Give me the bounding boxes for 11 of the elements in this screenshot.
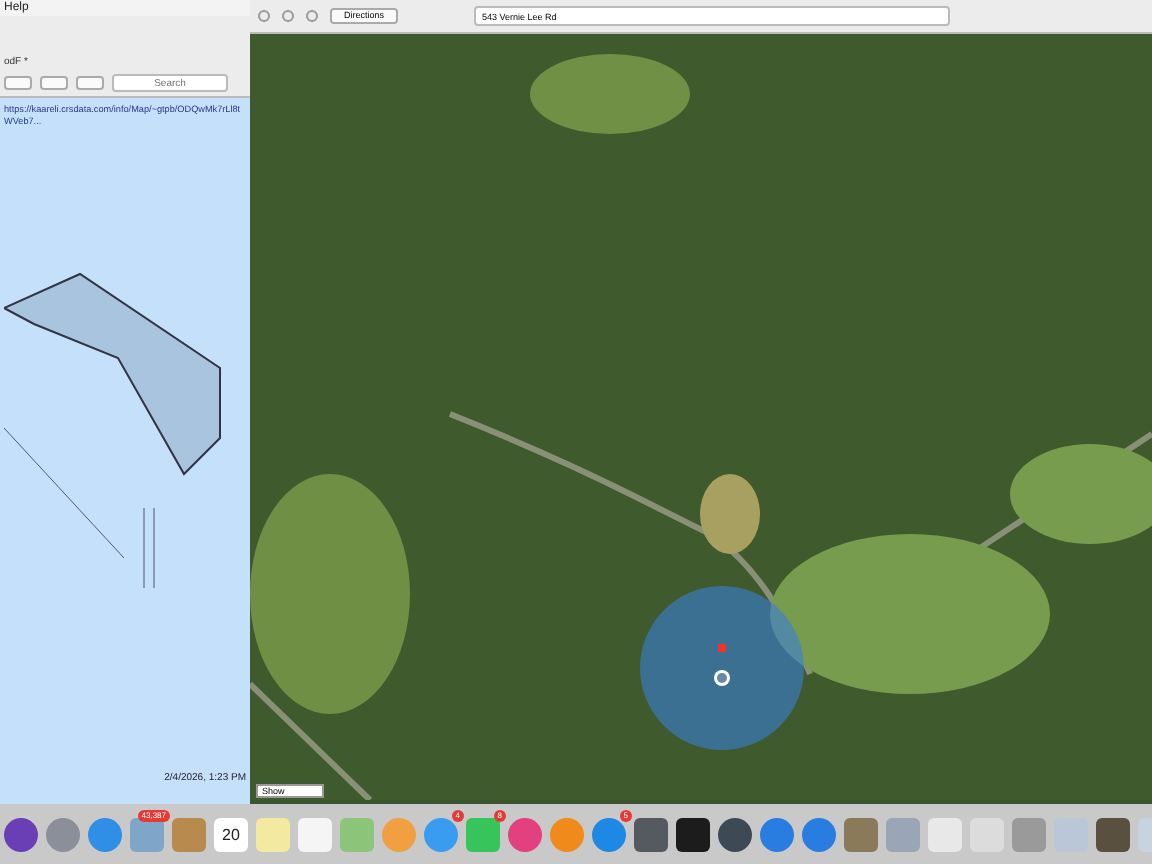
- app-icon[interactable]: [1096, 817, 1130, 851]
- markup-button[interactable]: [4, 76, 32, 90]
- app-icon[interactable]: [718, 817, 752, 851]
- rotate-button[interactable]: [40, 76, 68, 90]
- calendar-date: 20: [222, 825, 240, 843]
- minimize-icon[interactable]: [282, 10, 294, 22]
- share-button[interactable]: [76, 76, 104, 90]
- zoom-icon[interactable]: [306, 10, 318, 22]
- app-icon[interactable]: [676, 817, 710, 851]
- calendar-icon[interactable]: 20: [214, 817, 248, 851]
- close-icon[interactable]: [258, 10, 270, 22]
